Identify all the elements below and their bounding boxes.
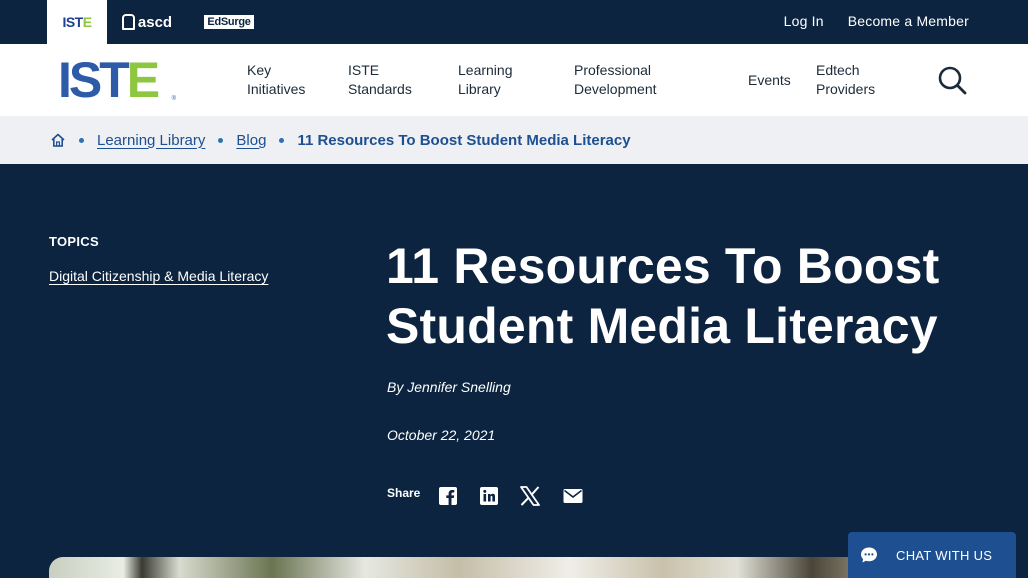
breadcrumb-separator: [218, 137, 224, 143]
breadcrumb-current: 11 Resources To Boost Student Media Lite…: [297, 131, 631, 149]
x-icon: [520, 486, 540, 506]
nav-iste-standards[interactable]: ISTE Standards: [348, 44, 412, 116]
breadcrumb-home-link[interactable]: [50, 132, 66, 148]
article-hero: TOPICS Digital Citizenship & Media Liter…: [0, 164, 1028, 578]
breadcrumb-learning-library[interactable]: Learning Library: [97, 132, 205, 149]
logo-registered-mark: ®: [171, 96, 176, 102]
search-button[interactable]: [936, 64, 968, 96]
share-email-button[interactable]: [562, 485, 584, 507]
linkedin-icon: [480, 487, 498, 505]
brand-iste-link[interactable]: ISTE: [47, 0, 107, 44]
brand-edsurge-logo: EdSurge: [204, 15, 254, 29]
chat-label: CHAT WITH US: [896, 547, 993, 563]
share-linkedin-button[interactable]: [478, 485, 500, 507]
nav-events[interactable]: Events: [748, 44, 791, 116]
utility-links: Log In Become a Member: [784, 0, 969, 42]
chat-with-us-button[interactable]: CHAT WITH US: [848, 532, 1016, 578]
brand-ascd-logo: ascd: [137, 13, 173, 31]
brand-bar: ISTE ascd EdSurge Log In Become a Member: [0, 0, 1028, 44]
share-x-button[interactable]: [519, 485, 541, 507]
nav-learning-library[interactable]: Learning Library: [458, 44, 513, 116]
article-title: 11 Resources To Boost Student Media Lite…: [386, 238, 940, 354]
share-label: Share: [387, 486, 421, 500]
login-link[interactable]: Log In: [784, 13, 824, 29]
breadcrumb-blog[interactable]: Blog: [236, 132, 266, 149]
nav-professional-development[interactable]: Professional Development: [574, 44, 657, 116]
share-facebook-button[interactable]: [437, 485, 459, 507]
search-icon: [938, 66, 967, 95]
article-hero-image: [49, 557, 979, 578]
brand-iste-logo: ISTE: [62, 14, 92, 30]
nav-key-initiatives[interactable]: Key Initiatives: [247, 44, 305, 116]
breadcrumb: Learning Library Blog 11 Resources To Bo…: [0, 116, 1028, 164]
brand-edsurge-link[interactable]: EdSurge: [197, 0, 261, 44]
topics-heading: TOPICS: [49, 234, 99, 249]
article-date: October 22, 2021: [387, 427, 496, 443]
ascd-mark-icon: [121, 14, 135, 30]
become-member-link[interactable]: Become a Member: [848, 13, 969, 29]
breadcrumb-separator: [279, 137, 285, 143]
brand-ascd-link[interactable]: ascd: [118, 0, 176, 44]
email-icon: [563, 489, 583, 503]
chat-icon: [861, 547, 877, 563]
facebook-icon: [439, 487, 457, 505]
main-nav: ISTE ® Key Initiatives ISTE Standards Le…: [0, 44, 1028, 116]
nav-edtech-providers[interactable]: Edtech Providers: [816, 44, 875, 116]
logo-wordmark: ISTE: [58, 52, 160, 108]
article-byline: By Jennifer Snelling: [387, 379, 511, 395]
breadcrumb-separator: [79, 137, 84, 143]
topic-link[interactable]: Digital Citizenship & Media Literacy: [49, 268, 268, 284]
iste-logo[interactable]: ISTE ®: [58, 55, 176, 105]
home-icon: [51, 133, 65, 147]
